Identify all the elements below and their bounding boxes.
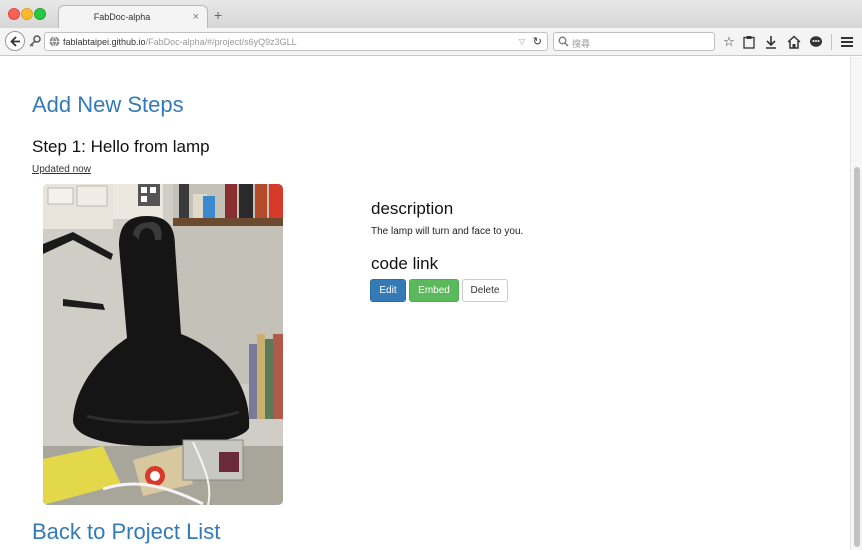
- description-heading: description: [371, 199, 454, 218]
- url-host: fablabtaipei.github.io: [63, 37, 146, 47]
- minimize-window-button[interactable]: [21, 8, 33, 20]
- zoom-window-button[interactable]: [34, 8, 46, 20]
- url-bar[interactable]: fablabtaipei.github.io/FabDoc-alpha/#/pr…: [44, 32, 548, 51]
- description-text: The lamp will turn and face to you.: [371, 226, 524, 237]
- home-icon[interactable]: [787, 35, 801, 49]
- search-bar[interactable]: 搜尋: [553, 32, 715, 51]
- clipboard-icon[interactable]: [742, 35, 756, 49]
- lamp-photo: [43, 184, 283, 505]
- updated-status: Updated now: [32, 164, 91, 175]
- page-scrollbar[interactable]: [850, 57, 862, 550]
- edit-button[interactable]: Edit: [370, 279, 406, 302]
- url-path: /FabDoc-alpha/#/project/s6yQ9z3GLL: [145, 37, 297, 47]
- code-link-heading: code link: [371, 254, 439, 273]
- download-icon[interactable]: [764, 35, 778, 49]
- add-new-steps-link[interactable]: Add New Steps: [32, 92, 184, 118]
- star-icon[interactable]: ☆: [722, 35, 736, 49]
- delete-button[interactable]: Delete: [462, 279, 508, 302]
- tab-close-icon[interactable]: ×: [193, 10, 199, 24]
- menu-icon[interactable]: [840, 35, 854, 49]
- step-title: Step 1: Hello from lamp: [32, 137, 210, 156]
- embed-button[interactable]: Embed: [409, 279, 459, 302]
- key-icon[interactable]: [29, 35, 41, 47]
- browser-toolbar: fablabtaipei.github.io/FabDoc-alpha/#/pr…: [0, 28, 862, 56]
- search-placeholder: 搜尋: [572, 39, 591, 49]
- back-icon: [10, 36, 20, 47]
- search-icon: [558, 36, 569, 47]
- chat-icon[interactable]: [809, 35, 823, 49]
- tab-title: FabDoc-alpha: [93, 12, 151, 22]
- toolbar-separator: [831, 34, 832, 50]
- back-button[interactable]: [5, 31, 25, 51]
- scrollbar-thumb[interactable]: [854, 167, 860, 547]
- globe-icon: [49, 36, 60, 47]
- url-text: fablabtaipei.github.io/FabDoc-alpha/#/pr…: [63, 37, 297, 47]
- step-photo: [43, 184, 283, 505]
- reload-icon[interactable]: ↻: [533, 35, 542, 49]
- new-tab-button[interactable]: +: [214, 7, 222, 23]
- history-dropdown-icon[interactable]: ▽: [519, 37, 525, 46]
- browser-titlebar: FabDoc-alpha × +: [0, 0, 862, 29]
- close-window-button[interactable]: [8, 8, 20, 20]
- browser-tab[interactable]: FabDoc-alpha ×: [58, 5, 208, 29]
- back-to-project-list-link[interactable]: Back to Project List: [32, 519, 220, 545]
